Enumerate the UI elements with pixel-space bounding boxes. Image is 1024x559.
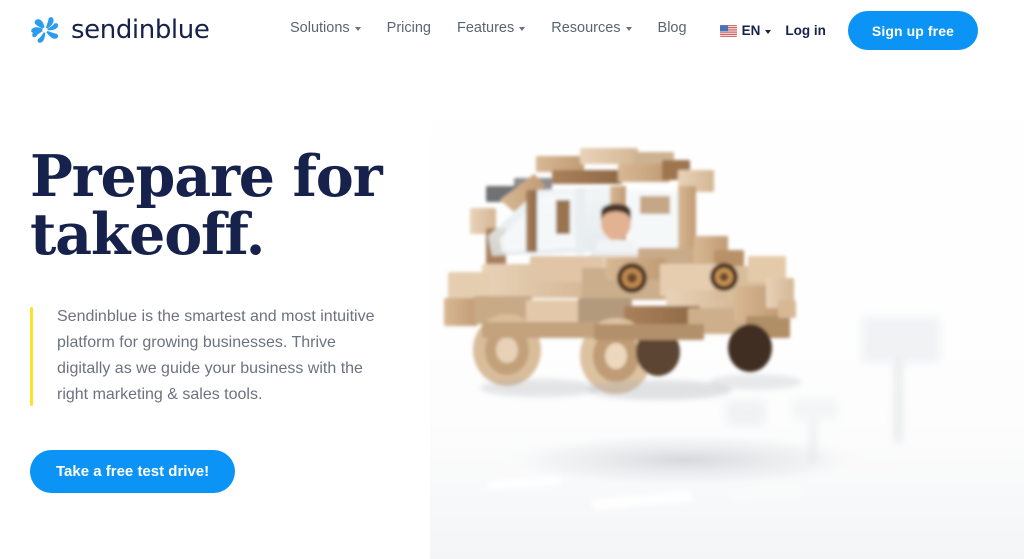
hero-illustration — [430, 60, 1024, 559]
nav-label-blog: Blog — [657, 20, 687, 36]
nav-item-resources[interactable]: Resources — [551, 20, 632, 36]
brand-logo-link[interactable]: sendinblue — [28, 13, 210, 47]
hero-content: Prepare for takeoff. Sendinblue is the s… — [30, 147, 430, 493]
chevron-down-icon — [765, 29, 772, 34]
page-title: Prepare for takeoff. — [30, 147, 430, 264]
pinwheel-logo-icon — [31, 17, 59, 43]
us-flag-icon — [719, 24, 737, 37]
test-drive-cta-button[interactable]: Take a free test drive! — [30, 449, 236, 493]
hero-description-text: Sendinblue is the smartest and most intu… — [57, 308, 375, 403]
headline-line-1: Prepare for — [30, 143, 383, 210]
login-link[interactable]: Log in — [785, 24, 826, 38]
nav-label-resources: Resources — [551, 20, 621, 36]
brand-wordmark: sendinblue — [71, 15, 210, 45]
nav-item-blog[interactable]: Blog — [658, 21, 687, 36]
nav-label-pricing: Pricing — [386, 20, 431, 36]
nav-label-solutions: Solutions — [290, 20, 350, 36]
headline-line-2: takeoff. — [30, 201, 265, 269]
chevron-down-icon — [354, 27, 361, 32]
accent-bar — [30, 307, 33, 406]
chevron-down-icon — [519, 27, 526, 32]
nav-label-features: Features — [456, 20, 515, 36]
nav-item-pricing[interactable]: Pricing — [387, 21, 431, 36]
signup-free-button[interactable]: Sign up free — [847, 11, 978, 50]
chevron-down-icon — [625, 27, 632, 32]
hero-description: Sendinblue is the smartest and most intu… — [30, 304, 375, 408]
language-code: EN — [741, 22, 761, 38]
wooden-toy-car-image — [430, 60, 1024, 559]
language-selector[interactable]: EN — [719, 22, 772, 38]
main-navigation: Solutions Pricing Features Resources Blo… — [290, 21, 687, 36]
header-actions: EN Log in Sign up free — [719, 11, 978, 50]
landing-page: sendinblue Solutions Pricing Features Re… — [0, 0, 1024, 559]
site-header: sendinblue Solutions Pricing Features Re… — [0, 0, 1024, 62]
nav-item-solutions[interactable]: Solutions — [290, 21, 361, 36]
nav-item-features[interactable]: Features — [456, 20, 526, 36]
